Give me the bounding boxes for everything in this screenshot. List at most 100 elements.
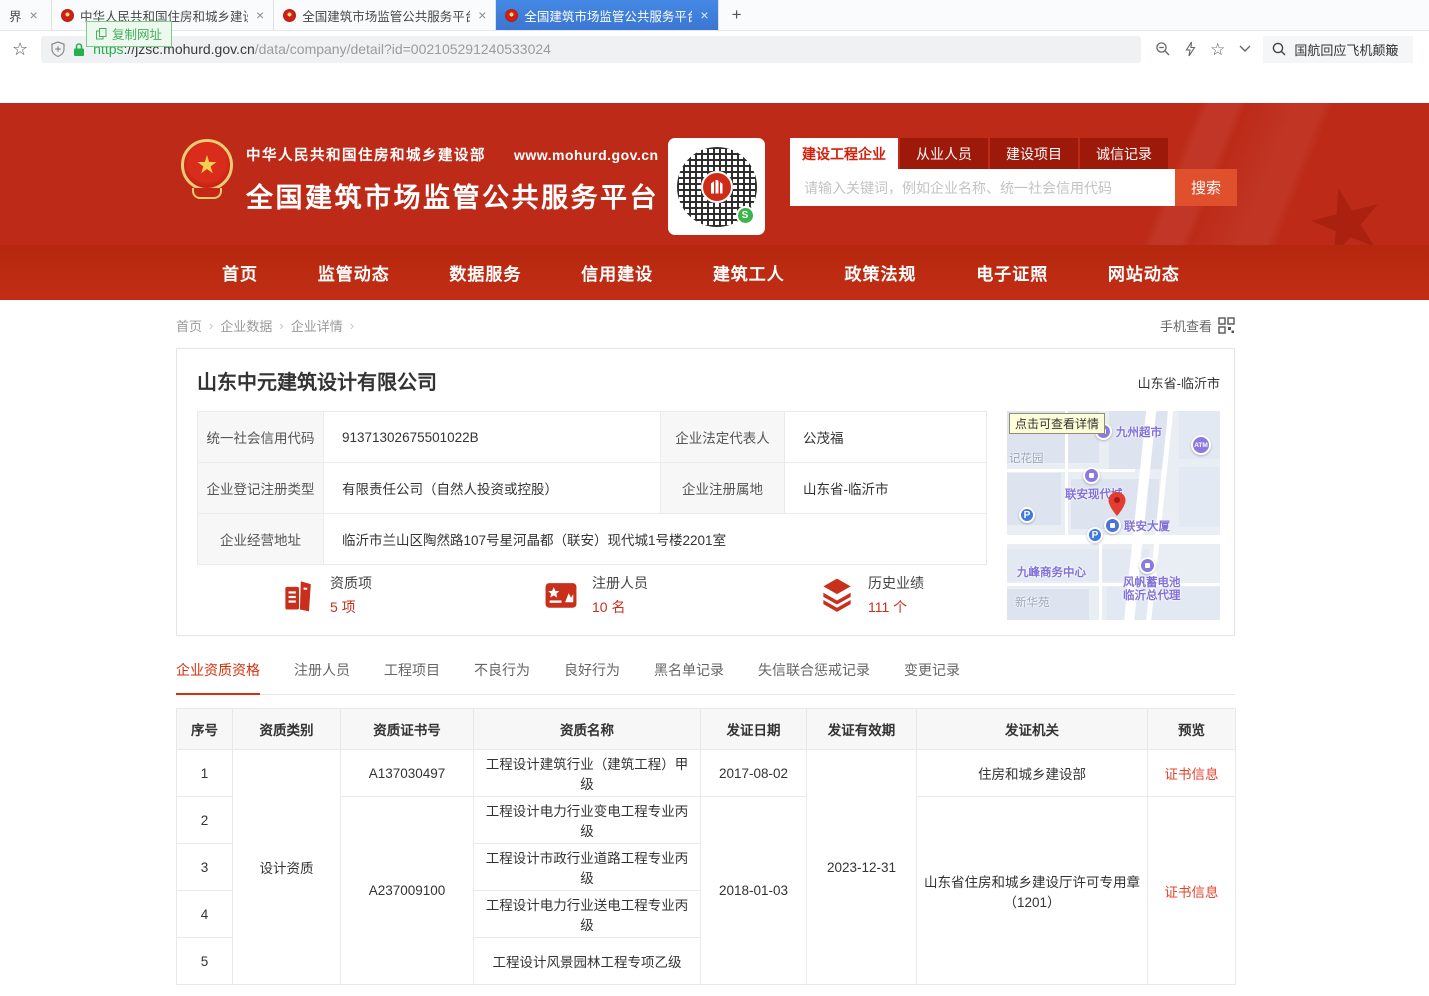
url-field[interactable]: https://jzsc.mohurd.gov.cn/data/company/… (41, 36, 1141, 63)
browser-tab-2[interactable]: 全国建筑市场监管公共服务平台 × (274, 0, 496, 30)
url-path: /data/company/detail?id=0021052912405330… (255, 41, 551, 57)
site-favicon-icon (61, 9, 74, 22)
site-favicon-icon (505, 9, 518, 22)
close-icon[interactable]: × (700, 8, 708, 22)
close-icon[interactable]: × (30, 8, 38, 22)
mobile-view-label: 手机查看 (1160, 316, 1212, 335)
favorite-star-icon[interactable]: ☆ (1210, 41, 1225, 58)
col-header: 发证机关 (917, 709, 1148, 750)
ministry-name: 中华人民共和国住房和城乡建设部 (246, 144, 486, 165)
table-row: 统一社会信用代码 91371302675501022B 企业法定代表人 公茂福 (198, 412, 987, 463)
breadcrumb-company-detail[interactable]: 企业详情 (291, 316, 343, 335)
address-value: 临沂市兰山区陶然路107号星河晶都（联安）现代城1号楼2201室 (324, 514, 987, 565)
company-region: 山东省-临沂市 (1138, 373, 1220, 392)
keyword-search-input[interactable] (790, 169, 1175, 206)
col-header: 序号 (177, 709, 233, 750)
breadcrumb-home[interactable]: 首页 (176, 316, 202, 335)
bookmark-star-icon[interactable]: ☆ (12, 40, 28, 58)
zoom-out-icon[interactable] (1155, 41, 1171, 57)
certificate-info-link[interactable]: 证书信息 (1165, 767, 1219, 782)
close-icon[interactable]: × (256, 8, 264, 22)
breadcrumb-separator: › (350, 318, 354, 333)
emblem-star-icon (197, 155, 217, 175)
qr-pattern: S (677, 147, 757, 227)
company-location-marker-icon (1107, 491, 1127, 517)
certificate-info-link[interactable]: 证书信息 (1165, 885, 1219, 900)
stat-value: 5 项 (330, 597, 372, 617)
wechat-badge-icon: S (736, 206, 755, 225)
browser-tab-active[interactable]: 全国建筑市场监管公共服务平台 × (496, 0, 718, 30)
certificate-number: A237009100 (341, 797, 474, 985)
tab-registered-personnel[interactable]: 注册人员 (294, 660, 350, 694)
company-info-table: 统一社会信用代码 91371302675501022B 企业法定代表人 公茂福 … (197, 411, 987, 565)
tab-good-behavior[interactable]: 良好行为 (564, 660, 620, 694)
certificate-number: A137030497 (341, 750, 474, 797)
browser-tab-0[interactable]: 界 × (0, 0, 52, 30)
emblem-ribbon (192, 188, 222, 199)
col-header: 发证有效期 (807, 709, 917, 750)
tab-change-records[interactable]: 变更记录 (904, 660, 960, 694)
secure-lock-icon[interactable] (73, 42, 85, 57)
stat-qualifications[interactable]: 资质项 5 项 (279, 573, 372, 617)
building-pin-icon (1104, 517, 1121, 534)
tab-blacklist[interactable]: 黑名单记录 (654, 660, 724, 694)
nav-e-license[interactable]: 电子证照 (976, 260, 1048, 285)
page-content: 首页 › 企业数据 › 企业详情 › 手机查看 山东中元建筑设计有限公司 山东省… (0, 300, 1429, 985)
qualification-name: 工程设计电力行业送电工程专业丙级 (474, 891, 701, 938)
qr-code: S (668, 138, 765, 235)
atm-pin-icon: ATM (1191, 435, 1211, 455)
trending-search-box[interactable]: 国航回应飞机颠簸 (1263, 36, 1413, 63)
field-label: 企业注册属地 (661, 463, 785, 514)
tab-projects[interactable]: 工程项目 (384, 660, 440, 694)
qr-center-logo (701, 171, 733, 203)
nav-supervision[interactable]: 监管动态 (318, 260, 390, 285)
shield-plus-icon[interactable] (51, 41, 65, 57)
tab-title: 界 (9, 6, 22, 25)
map-tooltip: 点击可查看详情 (1009, 413, 1105, 434)
row-number: 5 (177, 938, 233, 985)
row-number: 1 (177, 750, 233, 797)
search-button[interactable]: 搜索 (1175, 169, 1237, 206)
nav-home[interactable]: 首页 (222, 260, 258, 285)
browser-chrome: 界 × 中华人民共和国住房和城乡建设 × 全国建筑市场监管公共服务平台 × 全国… (0, 0, 1429, 68)
breadcrumb-company-data[interactable]: 企业数据 (220, 316, 272, 335)
tab-bad-behavior[interactable]: 不良行为 (474, 660, 530, 694)
field-label: 企业登记注册类型 (198, 463, 324, 514)
search-tab-project[interactable]: 建设项目 (990, 138, 1078, 169)
certificate-icon (541, 575, 581, 615)
chevron-down-icon[interactable] (1239, 45, 1251, 53)
stat-registered-personnel[interactable]: 注册人员 10 名 (541, 573, 648, 617)
reg-type-value: 有限责任公司（自然人投资或控股） (324, 463, 661, 514)
nav-credit[interactable]: 信用建设 (581, 260, 653, 285)
credit-code-value: 91371302675501022B (324, 412, 661, 463)
qr-code-icon (1218, 317, 1235, 334)
copy-url-tooltip: 复制网址 (86, 21, 172, 47)
tab-qualifications[interactable]: 企业资质资格 (176, 660, 260, 695)
search-tab-personnel[interactable]: 从业人员 (900, 138, 988, 169)
tab-bar: 界 × 中华人民共和国住房和城乡建设 × 全国建筑市场监管公共服务平台 × 全国… (0, 0, 1429, 31)
nav-site-news[interactable]: 网站动态 (1108, 260, 1180, 285)
nav-data-service[interactable]: 数据服务 (449, 260, 521, 285)
location-map[interactable]: 点击可查看详情 九州超市 ATM 记花园 联安现代城 联安大厦 P P 九峰商务… (1007, 411, 1220, 620)
address-bar: ☆ https://jzsc.mohurd.gov.cn/data/compan… (0, 31, 1429, 67)
search-tab-enterprise[interactable]: 建设工程企业 (790, 138, 898, 169)
new-tab-button[interactable]: + (719, 0, 755, 30)
stat-history-performance[interactable]: 历史业绩 111 个 (817, 573, 924, 617)
battery-shop-pin-icon (1139, 557, 1156, 574)
breadcrumb: 首页 › 企业数据 › 企业详情 › 手机查看 (176, 316, 1235, 335)
close-icon[interactable]: × (478, 8, 486, 22)
search-icon (1272, 42, 1286, 56)
row-number: 2 (177, 797, 233, 844)
field-label: 统一社会信用代码 (198, 412, 324, 463)
mobile-view-link[interactable]: 手机查看 (1160, 316, 1235, 335)
nav-policy[interactable]: 政策法规 (845, 260, 917, 285)
layers-icon (817, 575, 857, 615)
col-header: 资质类别 (233, 709, 341, 750)
qualification-table: 序号 资质类别 资质证书号 资质名称 发证日期 发证有效期 发证机关 预览 1 … (176, 708, 1236, 985)
flash-save-icon[interactable] (1185, 41, 1196, 57)
col-header: 发证日期 (701, 709, 807, 750)
search-tab-credit[interactable]: 诚信记录 (1080, 138, 1168, 169)
breadcrumb-separator: › (209, 318, 213, 333)
nav-workers[interactable]: 建筑工人 (713, 260, 785, 285)
tab-dishonesty-records[interactable]: 失信联合惩戒记录 (758, 660, 870, 694)
